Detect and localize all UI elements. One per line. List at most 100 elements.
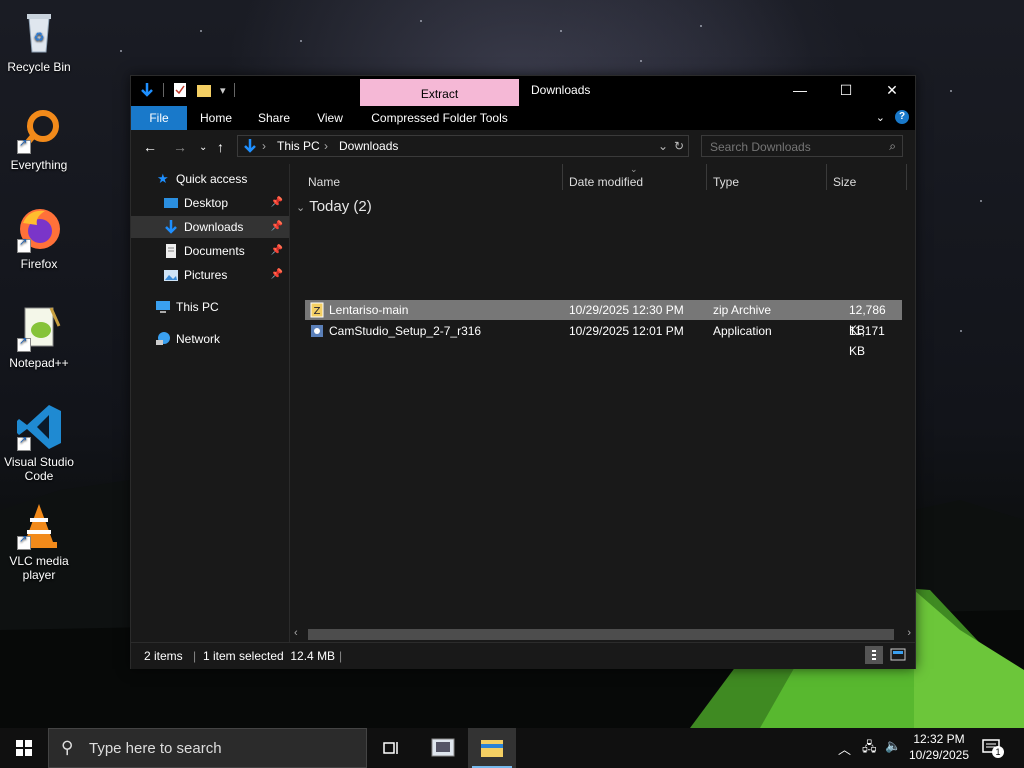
vscode-icon [15, 403, 63, 451]
nav-item-pictures[interactable]: Pictures 📌 [131, 264, 289, 286]
documents-folder-icon [163, 243, 179, 259]
desktop-icon-everything[interactable]: Everything [1, 106, 77, 172]
taskbar-app-file-explorer[interactable] [468, 728, 516, 768]
tab-home[interactable]: Home [193, 106, 239, 130]
file-row[interactable]: Z Lentariso-main 10/29/2025 12:30 PM zip… [305, 300, 902, 337]
clock-time: 12:32 PM [913, 732, 965, 746]
breadcrumb-this-pc[interactable]: This PC [277, 139, 320, 153]
group-label: Today (2) [309, 198, 372, 215]
everything-icon [15, 106, 63, 154]
minimize-button[interactable]: — [777, 76, 823, 104]
search-icon: ⌕ [889, 139, 896, 153]
nav-item-this-pc[interactable]: This PC [131, 296, 289, 318]
nav-item-documents[interactable]: Documents 📌 [131, 240, 289, 262]
system-clock[interactable]: 12:32 PM 10/29/2025 [906, 731, 972, 763]
desktop-icon-label: Visual Studio Code [4, 455, 74, 483]
nav-item-label: Documents [184, 244, 245, 258]
scroll-left-icon[interactable]: ‹ [294, 627, 298, 639]
close-button[interactable]: ✕ [869, 76, 915, 104]
desktop-icon-label: Firefox [20, 257, 58, 271]
help-icon[interactable]: ? [895, 110, 909, 124]
volume-muted-icon[interactable]: 🔈 [885, 738, 901, 754]
expand-ribbon-icon[interactable]: ⌄ [876, 111, 885, 124]
details-view-icon[interactable] [865, 646, 883, 664]
taskbar-search-placeholder: Type here to search [89, 740, 222, 757]
clock-date: 10/29/2025 [908, 748, 970, 762]
new-folder-icon[interactable] [196, 82, 212, 98]
column-header-type[interactable]: Type [713, 170, 739, 194]
downloads-folder-icon [163, 219, 179, 235]
status-bar: 2 items | 1 item selected 12.4 MB | [131, 642, 915, 669]
collapse-chevron-icon[interactable]: ⌄ [296, 202, 305, 214]
tab-view[interactable]: View [309, 106, 351, 130]
properties-icon[interactable] [172, 82, 188, 98]
notification-badge: 1 [992, 746, 1004, 758]
up-arrow-icon[interactable]: ↑ [217, 139, 224, 155]
address-bar[interactable]: › This PC › Downloads ⌄ ↻ [237, 135, 689, 157]
recent-locations-icon[interactable]: ⌄ [199, 142, 207, 153]
breadcrumb-chevron-icon: › [262, 139, 266, 153]
computer-icon [155, 299, 171, 315]
desktop-icon-recycle-bin[interactable]: ♻ Recycle Bin [1, 8, 77, 74]
large-icons-view-icon[interactable] [889, 646, 907, 664]
pin-icon: 📌 [270, 245, 283, 256]
file-list-pane: Name Date modified ⌄ Type Size ⌄ Today (2… [290, 164, 915, 642]
refresh-icon[interactable]: ↻ [674, 139, 684, 153]
taskbar-search-box[interactable]: ⚲ Type here to search [48, 728, 367, 768]
nav-item-network[interactable]: Network [131, 328, 289, 350]
tab-file[interactable]: File [131, 106, 187, 130]
search-input[interactable] [708, 138, 882, 156]
desktop-icon-notepad-plus-plus[interactable]: Notepad++ [1, 304, 77, 370]
desktop-icon-label: Notepad++ [9, 356, 69, 370]
taskbar-app-camstudio[interactable] [419, 728, 467, 768]
desktop-icon-vlc[interactable]: VLC media player [1, 502, 77, 582]
address-dropdown-icon[interactable]: ⌄ [658, 139, 668, 153]
column-header-size[interactable]: Size [833, 170, 856, 194]
task-view-icon [383, 742, 398, 754]
customize-toolbar-icon[interactable]: ▾ [220, 84, 226, 97]
caption-buttons: — ☐ ✕ [777, 76, 915, 104]
file-size: 11,171 KB [849, 324, 885, 358]
camstudio-icon [431, 738, 455, 757]
desktop-icon-firefox[interactable]: Firefox [1, 205, 77, 271]
back-arrow-icon[interactable]: ← [143, 139, 157, 155]
file-row[interactable]: CamStudio_Setup_2-7_r316 10/29/2025 12:0… [305, 321, 902, 358]
network-status-icon[interactable]: 🖧 [862, 738, 877, 760]
vlc-icon [15, 502, 63, 550]
group-header-today[interactable]: ⌄ Today (2) [296, 198, 372, 215]
nav-item-downloads[interactable]: Downloads 📌 [131, 216, 289, 238]
navigation-pane: ★ Quick access Desktop 📌 Downloads 📌 Doc… [131, 164, 290, 642]
recycle-bin-icon: ♻ [15, 8, 63, 56]
downloads-location-icon [242, 138, 258, 157]
file-explorer-icon [481, 740, 503, 757]
selection-info: 1 item selected 12.4 MB [203, 649, 336, 663]
show-hidden-icons-icon[interactable]: ︿ [838, 739, 851, 758]
forward-arrow-icon[interactable]: → [173, 139, 187, 155]
file-name: Lentariso-main [329, 303, 409, 317]
tab-compressed-folder-tools[interactable]: Compressed Folder Tools [360, 106, 519, 130]
nav-item-desktop[interactable]: Desktop 📌 [131, 192, 289, 214]
desktop-icon-label: Everything [10, 158, 68, 172]
action-center-button[interactable]: 1 [982, 738, 1004, 758]
column-header-name[interactable]: Name [308, 170, 340, 194]
tab-share[interactable]: Share [251, 106, 297, 130]
start-button[interactable] [0, 728, 48, 768]
network-icon [155, 331, 171, 347]
nav-item-label: Quick access [176, 172, 248, 186]
desktop-icon-vscode[interactable]: Visual Studio Code [1, 403, 77, 483]
scrollbar-thumb[interactable] [308, 629, 894, 640]
sort-indicator-icon: ⌄ [630, 164, 638, 174]
nav-item-label: Pictures [184, 268, 228, 282]
nav-item-quick-access[interactable]: ★ Quick access [131, 168, 289, 190]
application-icon [309, 323, 325, 339]
extract-context-tab[interactable]: Extract [360, 79, 519, 106]
task-view-button[interactable] [368, 728, 416, 768]
scroll-right-icon[interactable]: › [907, 627, 911, 639]
maximize-button[interactable]: ☐ [823, 76, 869, 104]
horizontal-scrollbar[interactable]: ‹ › [290, 627, 915, 642]
desktop-icon-label: Recycle Bin [7, 60, 71, 74]
down-arrow-icon[interactable] [139, 82, 155, 98]
breadcrumb-downloads[interactable]: Downloads [339, 139, 398, 153]
title-bar[interactable]: ▾ Extract Downloads — ☐ ✕ [131, 76, 915, 106]
search-box[interactable]: ⌕ [701, 135, 903, 157]
